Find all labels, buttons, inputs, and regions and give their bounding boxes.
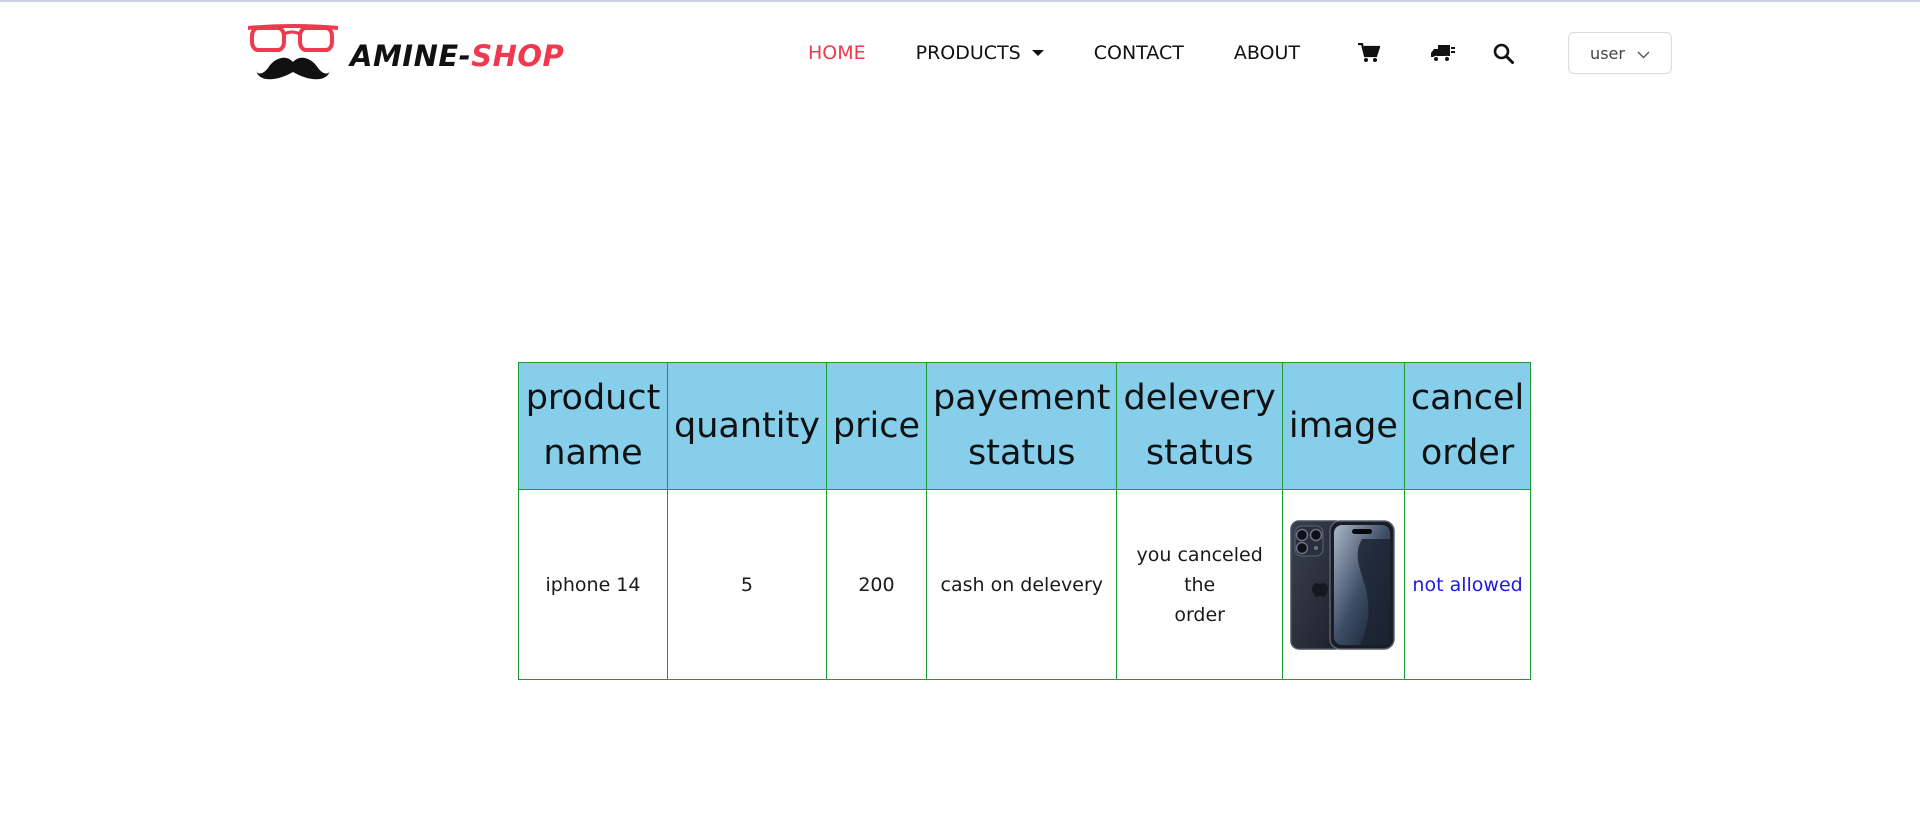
user-dropdown[interactable]: user (1568, 32, 1672, 74)
user-dropdown-label: user (1590, 43, 1625, 63)
nav-products[interactable]: PRODUCTS (916, 42, 1044, 64)
header-delivery-status: delevery status (1116, 362, 1283, 490)
nav-about[interactable]: ABOUT (1234, 42, 1300, 64)
cell-payment-status: cash on delevery (926, 489, 1118, 680)
table-row: iphone 14 5 200 cash on delevery you can… (518, 489, 1532, 680)
header-cancel-order: cancel order (1403, 362, 1532, 490)
table-header-row: product name quantity price payement statu… (518, 362, 1532, 490)
brand-logo[interactable]: AMINE-SHOP (246, 24, 564, 84)
nav-home[interactable]: HOME (808, 42, 866, 64)
cell-quantity: 5 (667, 489, 827, 680)
cell-delivery-status: you canceled the order (1116, 489, 1283, 680)
main-nav: HOME PRODUCTS CONTACT ABOUT (808, 36, 1350, 70)
caret-down-icon (1031, 50, 1044, 56)
search-icon (1493, 43, 1514, 64)
cell-image (1281, 489, 1405, 680)
glasses-mustache-icon (247, 24, 339, 80)
orders-table: product name quantity price payement statu… (518, 362, 1532, 680)
brand-name: AMINE-SHOP (350, 39, 564, 73)
header-product-name: product name (518, 362, 668, 490)
truck-icon (1431, 45, 1455, 63)
cell-product-name: iphone 14 (518, 489, 668, 680)
brand-name-part1: AMINE- (350, 39, 472, 73)
cell-cancel-order[interactable]: not allowed (1403, 489, 1532, 680)
site-header: AMINE-SHOP HOME PRODUCTS CONTACT ABOUT u… (0, 0, 1920, 106)
delivery-button[interactable] (1428, 38, 1458, 68)
cell-price: 200 (825, 489, 928, 680)
header-payment-status: payement status (926, 362, 1118, 490)
search-button[interactable] (1488, 38, 1518, 68)
cart-icon (1358, 43, 1380, 62)
header-image: image (1281, 362, 1405, 490)
chevron-down-icon (1637, 44, 1650, 63)
iphone-image (1290, 519, 1396, 650)
cart-button[interactable] (1354, 38, 1384, 68)
nav-products-label: PRODUCTS (915, 42, 1021, 64)
brand-name-part2: SHOP (471, 39, 565, 73)
header-price: price (825, 362, 928, 490)
header-quantity: quantity (667, 362, 827, 490)
nav-contact[interactable]: CONTACT (1094, 42, 1184, 64)
